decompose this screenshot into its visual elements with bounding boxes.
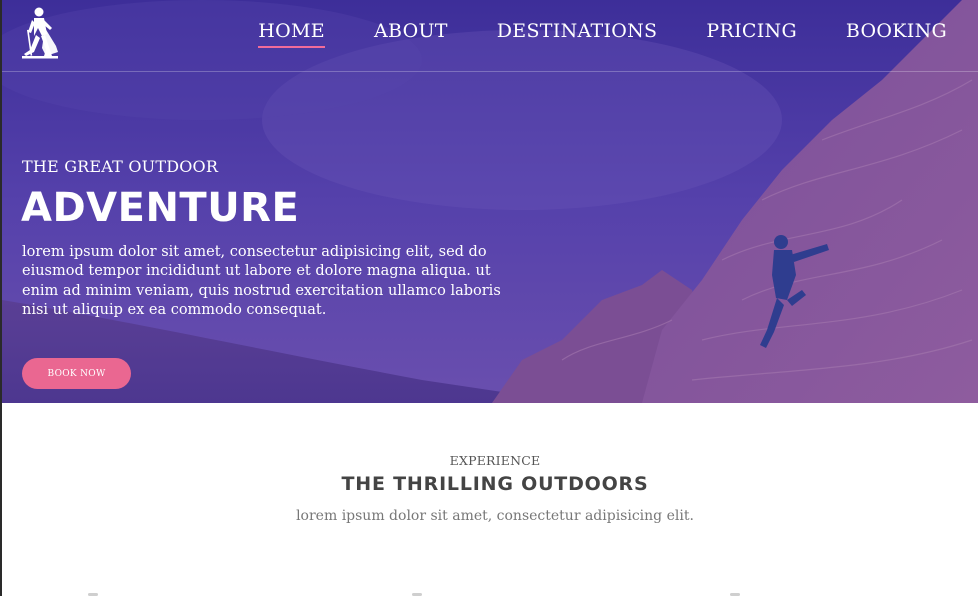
nav-item-home[interactable]: HOME xyxy=(258,20,325,48)
hero-description: lorem ipsum dolor sit amet, consectetur … xyxy=(22,244,501,318)
page: HOME ABOUT DESTINATIONS PRICING BOOKING … xyxy=(0,0,978,596)
hero-title: ADVENTURE xyxy=(21,185,300,231)
nav-menu: HOME ABOUT DESTINATIONS PRICING BOOKING xyxy=(209,20,947,48)
hiker-icon[interactable] xyxy=(20,6,60,60)
nav-item-destinations[interactable]: DESTINATIONS xyxy=(497,20,658,48)
book-now-button[interactable]: BOOK NOW xyxy=(22,358,131,389)
top-navigation: HOME ABOUT DESTINATIONS PRICING BOOKING xyxy=(2,0,978,72)
hero-kicker: THE GREAT OUTDOOR xyxy=(22,157,219,176)
nav-item-about[interactable]: ABOUT xyxy=(374,20,448,48)
section-title: THE THRILLING OUTDOORS xyxy=(341,473,649,495)
experience-section: EXPERIENCE THE THRILLING OUTDOORS lorem … xyxy=(2,403,978,596)
nav-item-pricing[interactable]: PRICING xyxy=(706,20,797,48)
section-kicker: EXPERIENCE xyxy=(449,453,541,468)
section-description: lorem ipsum dolor sit amet, consectetur … xyxy=(296,508,694,524)
hero-section: HOME ABOUT DESTINATIONS PRICING BOOKING … xyxy=(2,0,978,403)
nav-item-booking[interactable]: BOOKING xyxy=(846,20,947,48)
